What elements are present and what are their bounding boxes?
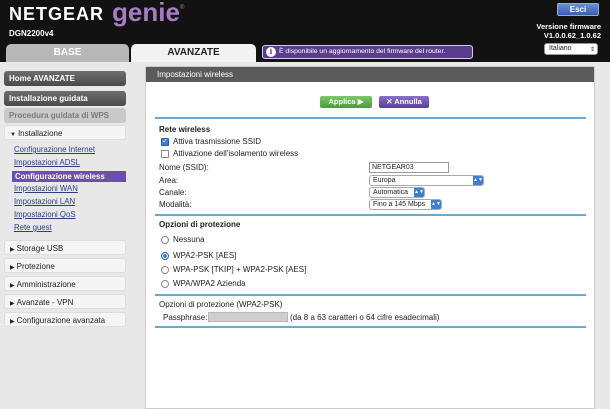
sidebar-subitem-internet[interactable]: Configurazione Internet: [14, 145, 95, 154]
sidebar-subitem-qos[interactable]: Impostazioni QoS: [14, 210, 76, 219]
sidebar-subitem-guest[interactable]: Rete guest: [14, 223, 52, 232]
security-enterprise-radio[interactable]: [161, 280, 169, 288]
firmware-version: V1.0.0.62_1.0.62: [543, 31, 601, 40]
sidebar-item-home[interactable]: Home AVANZATE: [4, 71, 126, 86]
update-banner-text: È disponibile un aggiornamento del firmw…: [279, 48, 446, 55]
passphrase-input[interactable]: [208, 312, 288, 322]
sidebar-item-label: Amministrazione: [16, 280, 76, 289]
caret-right-icon: ▶: [10, 247, 15, 253]
sidebar-item-setup-wizard[interactable]: Installazione guidata: [4, 91, 126, 106]
section-divider: [155, 214, 586, 216]
cancel-x-icon: ✕: [386, 97, 393, 106]
chevron-updown-icon: ▲▼: [473, 176, 483, 185]
ssid-input[interactable]: NETGEAR03: [369, 162, 449, 173]
language-select[interactable]: Italiano ⇕: [544, 43, 598, 55]
channel-select[interactable]: Automatica ▲▼: [369, 187, 425, 198]
sidebar-item-label: Installazione: [17, 129, 63, 138]
passphrase-label: Passphrase:: [163, 313, 208, 322]
chevron-updown-icon: ⇕: [589, 47, 595, 53]
isolation-label: Attivazione dell'isolamento wireless: [173, 149, 299, 158]
sidebar-item-vpn[interactable]: ▶ Avanzate - VPN: [4, 294, 126, 309]
wpa2-section-title: Opzioni di protezione (WPA2-PSK): [159, 300, 283, 309]
main-tabs: BASE AVANZATE i È disponibile un aggiorn…: [0, 44, 610, 62]
sidebar-item-label: Configurazione avanzata: [16, 316, 106, 325]
caret-down-icon: ▼: [10, 132, 16, 138]
mode-select[interactable]: Fino a 145 Mbps ▲▼: [369, 199, 442, 210]
cancel-button[interactable]: ✕ Annulla: [379, 96, 429, 108]
sidebar-subitem-adsl[interactable]: Impostazioni ADSL: [14, 158, 80, 167]
logout-button[interactable]: Esci: [557, 3, 599, 16]
security-none-radio[interactable]: [161, 236, 169, 244]
wireless-settings-panel: Impostazioni wireless Applica ▶ ✕ Annull…: [145, 66, 595, 409]
security-none-label: Nessuna: [173, 235, 205, 244]
chevron-updown-icon: ▲▼: [431, 200, 441, 209]
panel-title: Impostazioni wireless: [146, 67, 594, 82]
cancel-label: Annulla: [394, 97, 422, 106]
sidebar-item-wps[interactable]: Procedura guidata di WPS: [4, 108, 126, 123]
sidebar-item-setup[interactable]: ▼ Installazione: [4, 125, 126, 140]
netgear-logo: NETGEAR: [9, 4, 105, 24]
ssid-broadcast-label: Attiva trasmissione SSID: [173, 137, 262, 146]
sidebar-item-advanced-config[interactable]: ▶ Configurazione avanzata: [4, 312, 126, 327]
caret-right-icon: ▶: [10, 319, 15, 325]
sidebar: Home AVANZATE Installazione guidata Proc…: [0, 62, 138, 409]
channel-label: Canale:: [159, 188, 187, 197]
genie-logo: genie: [112, 0, 180, 27]
channel-value: Automatica: [373, 189, 409, 196]
section-divider: [155, 294, 586, 296]
network-section-title: Rete wireless: [159, 125, 211, 134]
top-header: NETGEAR genie ® DGN2200v4 Esci Versione …: [0, 0, 610, 44]
region-select[interactable]: Europa ▲▼: [369, 175, 484, 186]
security-enterprise-label: WPA/WPA2 Azienda: [173, 279, 246, 288]
passphrase-hint: (da 8 a 63 caratteri o 64 cifre esadecim…: [290, 313, 440, 322]
mode-label: Modalità:: [159, 200, 192, 209]
security-wpa-mixed-label: WPA-PSK [TKIP] + WPA2-PSK [AES]: [173, 265, 307, 274]
tab-base[interactable]: BASE: [6, 44, 129, 62]
chevron-updown-icon: ▲▼: [414, 188, 424, 197]
mode-value: Fino a 145 Mbps: [373, 201, 426, 208]
sidebar-item-security[interactable]: ▶ Protezione: [4, 258, 126, 273]
caret-right-icon: ▶: [10, 283, 15, 289]
trademark-symbol: ®: [180, 5, 185, 11]
security-wpa2-radio[interactable]: [161, 252, 169, 260]
sidebar-subitem-wan[interactable]: Impostazioni WAN: [14, 184, 78, 193]
router-model: DGN2200v4: [9, 29, 54, 38]
language-value: Italiano: [549, 45, 572, 52]
sidebar-subitem-wireless[interactable]: Configurazione wireless: [12, 171, 126, 182]
section-divider: [155, 326, 586, 328]
info-icon: i: [266, 47, 276, 57]
ssid-label: Nome (SSID):: [159, 163, 209, 172]
caret-right-icon: ▶: [10, 301, 15, 307]
tab-advanced[interactable]: AVANZATE: [131, 44, 256, 62]
sidebar-item-label: Storage USB: [16, 244, 64, 253]
region-label: Area:: [159, 176, 179, 185]
firmware-label: Versione firmware: [536, 22, 601, 31]
security-wpa2-label: WPA2-PSK [AES]: [173, 251, 237, 260]
sidebar-item-label: Protezione: [16, 262, 55, 271]
region-value: Europa: [373, 177, 396, 184]
ssid-broadcast-checkbox[interactable]: [161, 137, 169, 146]
firmware-update-banner[interactable]: i È disponibile un aggiornamento del fir…: [262, 45, 473, 59]
isolation-checkbox[interactable]: [161, 150, 169, 158]
section-divider: [155, 117, 586, 119]
security-section-title: Opzioni di protezione: [159, 220, 241, 229]
caret-right-icon: ▶: [10, 265, 15, 271]
sidebar-item-admin[interactable]: ▶ Amministrazione: [4, 276, 126, 291]
apply-button[interactable]: Applica ▶: [320, 96, 372, 108]
sidebar-item-usb[interactable]: ▶ Storage USB: [4, 240, 126, 255]
sidebar-subitem-lan[interactable]: Impostazioni LAN: [14, 197, 75, 206]
security-wpa-mixed-radio[interactable]: [161, 266, 169, 274]
sidebar-item-label: Avanzate - VPN: [16, 298, 74, 307]
